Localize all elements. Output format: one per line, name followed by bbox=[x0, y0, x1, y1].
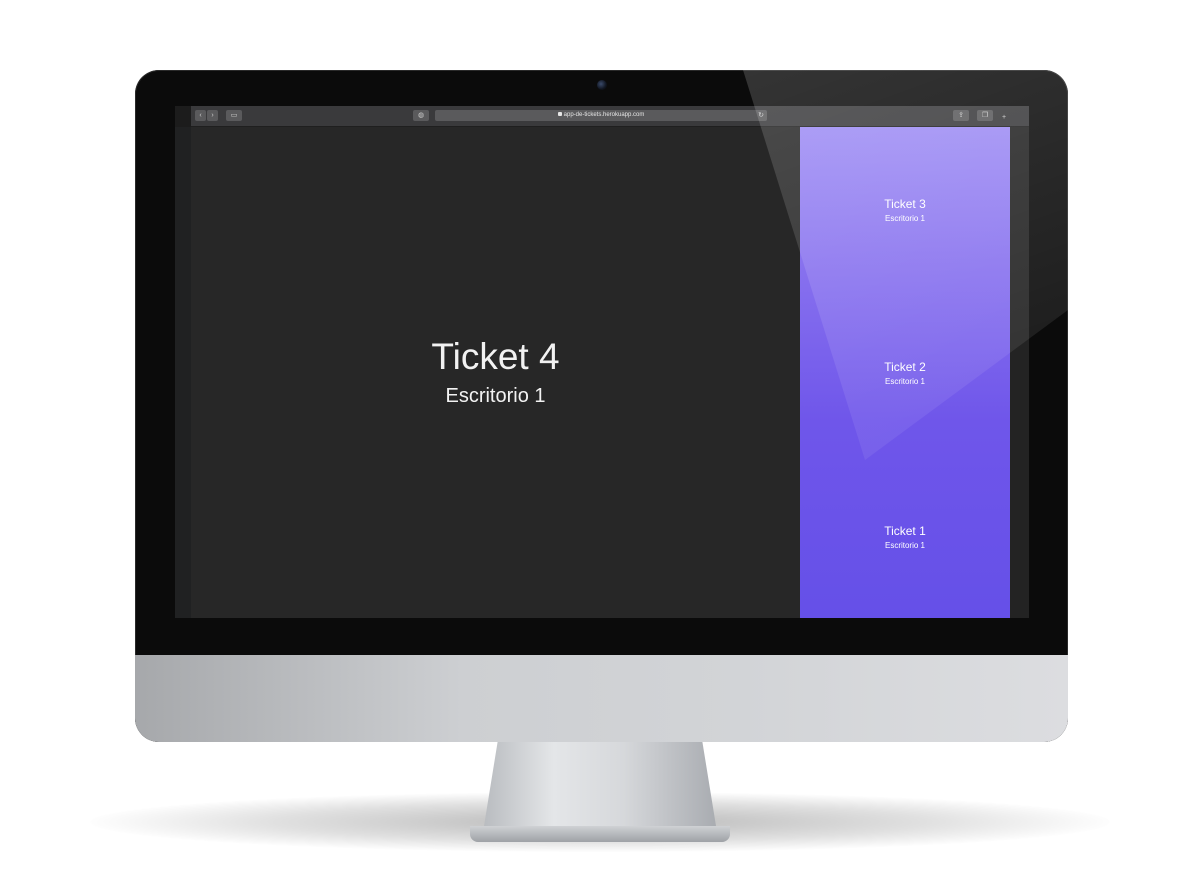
chevron-right-icon: › bbox=[211, 112, 214, 119]
lock-icon bbox=[557, 112, 562, 116]
current-ticket-title: Ticket 4 bbox=[431, 336, 560, 377]
current-ticket: Ticket 4 Escritorio 1 bbox=[191, 335, 800, 409]
queue-ticket-title: Ticket 2 bbox=[884, 360, 926, 374]
chevron-left-icon: ‹ bbox=[199, 112, 202, 119]
browser-right-edge bbox=[1010, 127, 1029, 618]
share-button[interactable]: ⇪ bbox=[953, 110, 969, 121]
tabs-icon: ❐ bbox=[981, 112, 989, 119]
address-bar[interactable]: app-de-tickets.herokuapp.com ↻ bbox=[435, 110, 767, 121]
queue-ticket-title: Ticket 3 bbox=[884, 197, 926, 211]
list-item: Ticket 2 Escritorio 1 bbox=[800, 360, 1010, 387]
ticket-page: Ticket 4 Escritorio 1 Ticket 3 Escritori… bbox=[191, 127, 1029, 618]
imac-mockup: ‹ › ▭ ◍ app-de-tickets.herokuapp.com ↻ ⇪ bbox=[0, 0, 1200, 878]
browser-left-edge bbox=[175, 127, 191, 618]
screen: ‹ › ▭ ◍ app-de-tickets.herokuapp.com ↻ ⇪ bbox=[175, 106, 1029, 618]
monitor-body: ‹ › ▭ ◍ app-de-tickets.herokuapp.com ↻ ⇪ bbox=[135, 70, 1068, 742]
monitor-stand-base bbox=[470, 826, 730, 842]
browser-toolbar: ‹ › ▭ ◍ app-de-tickets.herokuapp.com ↻ ⇪ bbox=[191, 106, 1029, 127]
plus-icon: + bbox=[1001, 114, 1007, 121]
back-button[interactable]: ‹ bbox=[195, 110, 206, 121]
queue-ticket-desk: Escritorio 1 bbox=[884, 541, 925, 550]
forward-button[interactable]: › bbox=[207, 110, 218, 121]
current-ticket-desk: Escritorio 1 bbox=[445, 385, 546, 407]
list-item: Ticket 1 Escritorio 1 bbox=[800, 524, 1010, 551]
monitor-stand bbox=[484, 740, 716, 840]
queue-ticket-desk: Escritorio 1 bbox=[884, 214, 925, 223]
current-ticket-panel: Ticket 4 Escritorio 1 bbox=[191, 127, 800, 618]
tabs-button[interactable]: ❐ bbox=[977, 110, 993, 121]
queue-ticket-desk: Escritorio 1 bbox=[884, 377, 925, 386]
monitor-chin bbox=[135, 655, 1068, 742]
list-item: Ticket 3 Escritorio 1 bbox=[800, 197, 1010, 224]
queue-ticket-title: Ticket 1 bbox=[884, 524, 926, 538]
address-url: app-de-tickets.herokuapp.com bbox=[563, 112, 645, 118]
share-icon: ⇪ bbox=[958, 112, 964, 119]
sidebar-toggle-button[interactable]: ▭ bbox=[226, 110, 242, 121]
reload-icon[interactable]: ↻ bbox=[758, 110, 764, 121]
camera-icon bbox=[597, 80, 607, 90]
ticket-queue-panel: Ticket 3 Escritorio 1 Ticket 2 Escritori… bbox=[800, 127, 1010, 618]
sidebar-icon: ▭ bbox=[230, 112, 238, 119]
shield-icon: ◍ bbox=[417, 112, 425, 119]
extensions-button[interactable]: ◍ bbox=[413, 110, 429, 121]
new-tab-button[interactable]: + bbox=[999, 112, 1009, 123]
